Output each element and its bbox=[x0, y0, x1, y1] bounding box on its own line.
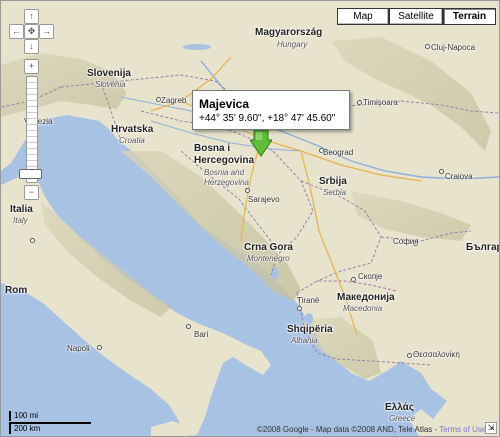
label-albania: Shqipëria bbox=[287, 324, 333, 335]
label-city: Скопје bbox=[358, 272, 383, 281]
label-city: Tiranë bbox=[297, 296, 320, 305]
label-greece: Ελλάς bbox=[385, 402, 415, 413]
maptype-terrain-button[interactable]: Terrain bbox=[443, 8, 496, 25]
maptype-satellite-button[interactable]: Satellite bbox=[389, 8, 443, 25]
city-dot bbox=[425, 44, 430, 49]
city-dot bbox=[245, 188, 250, 193]
label-city: Θεσσαλονίκη bbox=[413, 350, 460, 359]
zoom-out-button[interactable]: − bbox=[24, 185, 39, 200]
label-bosnia-sub-2: Herzegovina bbox=[204, 178, 249, 187]
zoom-in-button[interactable]: + bbox=[24, 59, 39, 74]
info-window[interactable]: Majevica +44° 35' 9.60", +18° 47' 45.60" bbox=[192, 90, 350, 130]
label-bosnia-sub: Bosnia and bbox=[204, 168, 245, 177]
city-dot bbox=[407, 353, 412, 358]
maptype-map-button[interactable]: Map bbox=[337, 8, 389, 25]
location-marker-icon[interactable] bbox=[250, 128, 272, 158]
label-italy: Italia bbox=[10, 204, 33, 215]
label-city: Craiova bbox=[445, 172, 473, 181]
pan-center-button[interactable]: ✥ bbox=[24, 24, 39, 39]
label-serbia-sub: Serbia bbox=[323, 188, 347, 197]
terrain-base bbox=[1, 1, 499, 436]
label-city: Timişoara bbox=[363, 98, 398, 107]
label-bosnia-1: Bosna i bbox=[194, 143, 231, 154]
label-city: Bari bbox=[194, 330, 209, 339]
label-macedonia: Македонија bbox=[337, 292, 395, 303]
label-albania-sub: Albania bbox=[291, 336, 318, 345]
label-greece-sub: Greece bbox=[389, 414, 416, 423]
label-montenegro: Crna Gora bbox=[244, 242, 293, 253]
label-hungary: Magyarország bbox=[255, 27, 323, 38]
label-city: Zagreb bbox=[161, 96, 187, 105]
city-dot bbox=[357, 100, 362, 105]
label-hungary-sub: Hungary bbox=[277, 40, 308, 49]
city-dot bbox=[186, 324, 191, 329]
copyright-text: ©2008 Google - Map data ©2008 AND, Tele … bbox=[257, 425, 440, 434]
label-roma-partial: Rom bbox=[5, 285, 28, 296]
city-dot bbox=[439, 169, 444, 174]
city-dot bbox=[351, 277, 356, 282]
pan-right-button[interactable]: → bbox=[39, 24, 54, 39]
scale-metric: 200 km bbox=[9, 424, 40, 434]
pan-down-button[interactable]: ↓ bbox=[24, 39, 39, 54]
overview-toggle-icon[interactable]: ⇲ bbox=[485, 422, 497, 434]
city-dot bbox=[30, 238, 35, 243]
label-city: Beograd bbox=[323, 148, 354, 157]
label-slovenia: Slovenija bbox=[87, 68, 131, 79]
label-bosnia-2: Hercegovina bbox=[194, 155, 255, 166]
pan-left-button[interactable]: ← bbox=[9, 24, 24, 39]
zoom-slider-handle[interactable] bbox=[19, 168, 42, 179]
zoom-slider-track[interactable] bbox=[26, 76, 38, 183]
scale-imperial: 100 mi bbox=[9, 411, 38, 421]
label-croatia-sub: Croatia bbox=[119, 136, 145, 145]
label-city: Napoli bbox=[67, 344, 90, 353]
city-dot bbox=[297, 306, 302, 311]
label-bulgaria: Българ bbox=[466, 242, 500, 253]
label-city: Cluj-Napoca bbox=[431, 43, 476, 52]
copyright-notice: ©2008 Google - Map data ©2008 AND, Tele … bbox=[257, 425, 486, 434]
label-serbia: Srbija bbox=[319, 176, 347, 187]
lake-balaton bbox=[183, 44, 211, 50]
city-dot bbox=[97, 345, 102, 350]
lake-scutari bbox=[271, 267, 279, 279]
label-croatia: Hrvatska bbox=[111, 124, 154, 135]
label-city: Sarajevo bbox=[248, 195, 280, 204]
map-view[interactable]: Magyarország Hungary Slovenija Slovenia … bbox=[0, 0, 500, 437]
label-slovenia-sub: Slovenia bbox=[95, 80, 126, 89]
terms-of-use-link[interactable]: Terms of Use bbox=[439, 425, 486, 434]
label-city: София bbox=[393, 237, 419, 246]
pan-up-button[interactable]: ↑ bbox=[24, 9, 39, 24]
label-italy-sub: Italy bbox=[13, 216, 28, 225]
label-macedonia-sub: Macedonia bbox=[343, 304, 383, 313]
label-montenegro-sub: Montenegro bbox=[247, 254, 290, 263]
info-window-title: Majevica bbox=[199, 97, 250, 111]
info-window-coordinates: +44° 35' 9.60", +18° 47' 45.60" bbox=[199, 113, 336, 124]
